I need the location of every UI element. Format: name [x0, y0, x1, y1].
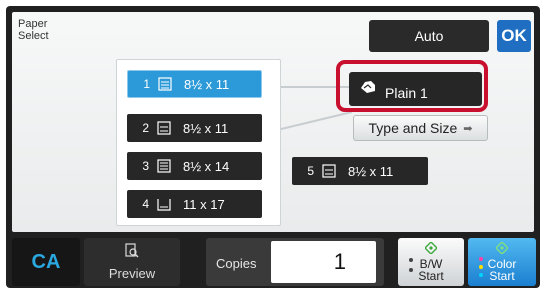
- tray-number: 3: [142, 159, 149, 173]
- copies-input[interactable]: 1: [271, 241, 376, 283]
- preview-button[interactable]: Preview: [84, 238, 180, 286]
- tray-number: 4: [142, 197, 149, 211]
- preview-label: Preview: [108, 266, 156, 281]
- screen: Paper Select Auto OK 1 8½ x 11 2 8½ x 11: [6, 6, 540, 288]
- paper-stack-icon: [158, 77, 172, 91]
- highlight-box: [336, 60, 488, 112]
- bottom-bar: CA Preview Copies 1 B/W Start Color Star…: [6, 234, 540, 288]
- bw-label-line2: Start: [418, 269, 444, 283]
- tray-button-3[interactable]: 3 8½ x 14: [127, 152, 262, 180]
- bw-start-button[interactable]: B/W Start: [398, 238, 464, 286]
- paper-stack-icon: [157, 159, 171, 173]
- bw-dots-icon: [408, 256, 414, 278]
- tray-number: 5: [307, 164, 314, 178]
- tray-size: 8½ x 14: [183, 158, 230, 174]
- color-dots-icon: [478, 256, 484, 282]
- preview-icon: [124, 243, 140, 262]
- paper-stack-icon: [322, 164, 336, 178]
- tray-button-1[interactable]: 1 8½ x 11: [127, 70, 262, 98]
- tray-button-4[interactable]: 4 11 x 17: [127, 190, 262, 218]
- copies-label: Copies: [216, 256, 257, 271]
- tray-size: 8½ x 11: [183, 120, 229, 136]
- color-start-button[interactable]: Color Start: [468, 238, 536, 286]
- tray-size: 8½ x 11: [184, 76, 230, 92]
- paper-tray-icon: [157, 197, 171, 211]
- tray-button-5[interactable]: 5 8½ x 11: [292, 157, 428, 185]
- tray-number: 2: [142, 121, 149, 135]
- tray-button-2[interactable]: 2 8½ x 11: [127, 114, 262, 142]
- start-diamond-icon: [495, 241, 509, 256]
- arrow-right-icon: ➡: [463, 122, 473, 135]
- tray-number: 1: [143, 77, 150, 91]
- clear-all-button[interactable]: CA: [12, 238, 80, 286]
- paper-stack-icon: [157, 121, 171, 135]
- start-diamond-icon: [424, 241, 438, 256]
- type-and-size-button[interactable]: Type and Size ➡: [353, 115, 488, 141]
- copies-box: Copies 1: [206, 238, 384, 286]
- color-label-line2: Start: [489, 269, 515, 283]
- tray-size: 11 x 17: [183, 196, 225, 212]
- type-and-size-label: Type and Size: [368, 120, 458, 136]
- paper-select-panel: Paper Select Auto OK 1 8½ x 11 2 8½ x 11: [12, 12, 534, 232]
- tray-size: 8½ x 11: [348, 163, 394, 179]
